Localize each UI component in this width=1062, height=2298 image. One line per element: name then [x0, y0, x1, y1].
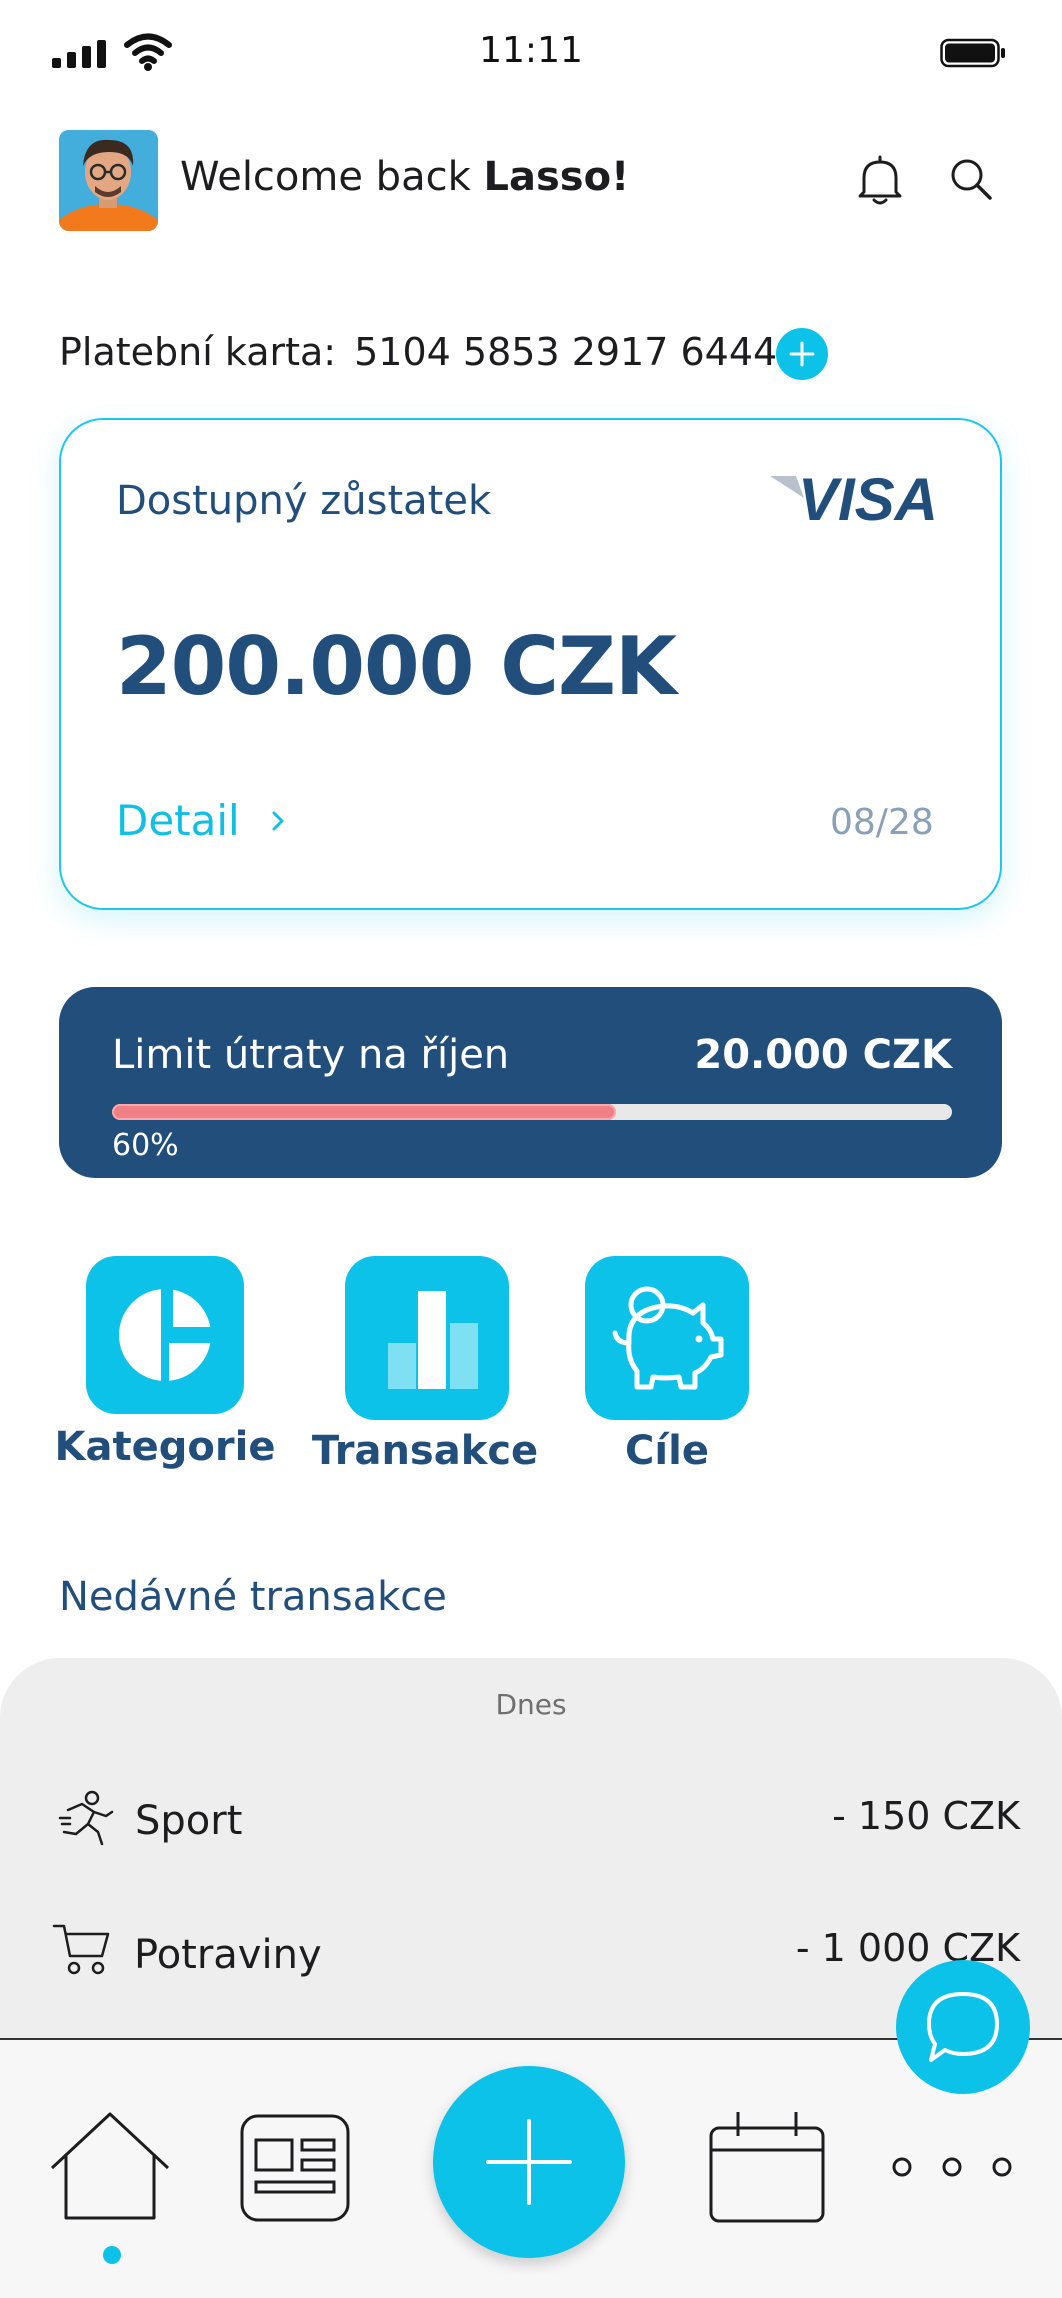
quick-action-transactions[interactable]: [345, 1256, 509, 1420]
avatar[interactable]: [59, 130, 158, 231]
transaction-name: Sport: [135, 1798, 243, 1844]
shopping-cart-icon: [52, 1924, 110, 1975]
recent-transactions-title: Nedávné transakce: [59, 1574, 447, 1620]
visa-brand-text: VISA: [798, 468, 938, 528]
quick-action-categories[interactable]: [86, 1256, 244, 1414]
bar-chart-icon: [388, 1291, 478, 1389]
transaction-amount: - 150 CZK: [832, 1794, 1020, 1838]
card-number-row: Platební karta: 5104 5853 2917 6444: [59, 330, 777, 374]
quick-action-label: Kategorie: [54, 1424, 276, 1470]
spending-limit-panel[interactable]: [59, 987, 1002, 1178]
transaction-name: Potraviny: [134, 1932, 322, 1978]
balance-label: Dostupný zůstatek: [116, 478, 492, 524]
detail-link[interactable]: Detail: [116, 796, 286, 845]
news-icon[interactable]: [240, 2114, 350, 2222]
quick-action-label: Transakce: [311, 1428, 539, 1474]
day-label: Dnes: [495, 1688, 567, 1721]
limit-progress-bar: [112, 1104, 952, 1120]
quick-action-goals[interactable]: [585, 1256, 749, 1420]
running-person-icon: [58, 1790, 114, 1846]
battery-icon: [940, 38, 1005, 68]
welcome-text: Welcome back Lasso!: [180, 154, 629, 200]
chat-button[interactable]: [896, 1960, 1030, 2094]
visa-logo: VISA: [770, 468, 938, 528]
search-icon[interactable]: [948, 156, 994, 202]
plus-icon: [486, 2119, 572, 2205]
card-number-label: Platební karta:: [59, 330, 337, 374]
status-time: 11:11: [479, 30, 583, 71]
home-icon[interactable]: [48, 2110, 172, 2222]
plus-icon: [789, 341, 815, 367]
list-item[interactable]: Sport - 150 CZK: [52, 1786, 1022, 1856]
detail-label: Detail: [116, 796, 240, 845]
user-name: Lasso!: [483, 154, 630, 200]
limit-amount: 20.000 CZK: [694, 1032, 952, 1078]
quick-action-label: Cíle: [625, 1428, 709, 1474]
card-expiry: 08/28: [830, 802, 934, 843]
more-icon[interactable]: [890, 2152, 1014, 2182]
chevron-right-icon: [272, 811, 284, 830]
calendar-icon[interactable]: [708, 2110, 826, 2224]
pie-chart-icon: [119, 1287, 211, 1383]
balance-amount: 200.000 CZK: [116, 620, 677, 713]
limit-label: Limit útraty na říjen: [112, 1032, 510, 1078]
piggy-bank-icon: [612, 1286, 724, 1390]
chat-bubble-icon: [927, 1992, 999, 2062]
list-item[interactable]: Potraviny - 1 000 CZK: [52, 1918, 1022, 1988]
add-button[interactable]: [433, 2066, 625, 2258]
welcome-prefix: Welcome back: [180, 154, 484, 200]
active-indicator: [103, 2246, 121, 2264]
limit-percent: 60%: [112, 1128, 179, 1163]
bell-icon[interactable]: [854, 154, 906, 208]
card-number-value: 5104 5853 2917 6444: [354, 330, 778, 374]
add-card-button[interactable]: [776, 328, 828, 380]
limit-progress-fill: [112, 1104, 616, 1120]
